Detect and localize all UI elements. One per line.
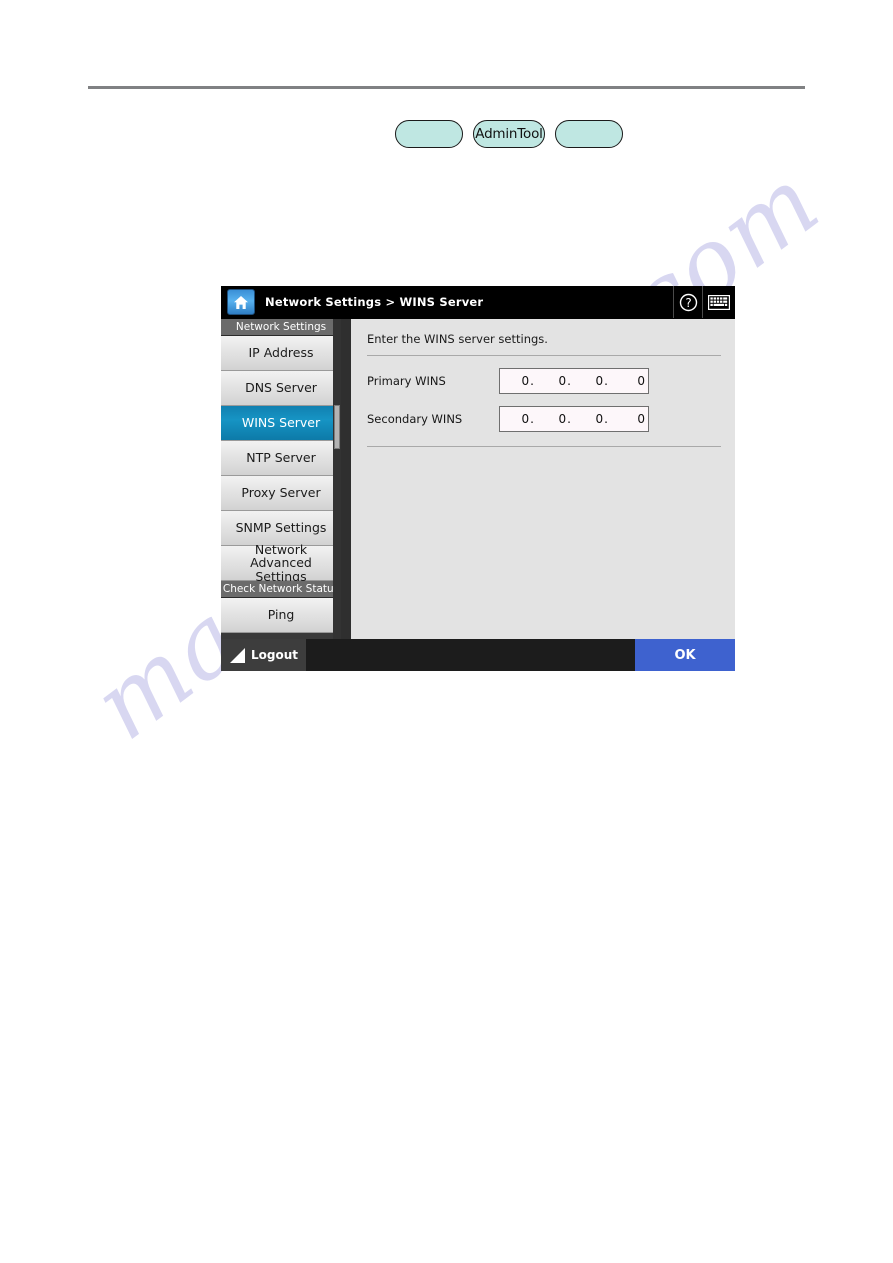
chip-blank-left[interactable] bbox=[395, 120, 463, 148]
sidebar-item-ntp-server[interactable]: NTP Server bbox=[221, 441, 341, 476]
sidebar-group-check-network-status-label: Check Network Status bbox=[222, 583, 340, 595]
primary-wins-octet-1[interactable]: 0. bbox=[500, 374, 537, 388]
logout-button[interactable]: Logout bbox=[221, 639, 306, 671]
secondary-wins-octet-4[interactable]: 0 bbox=[611, 412, 648, 426]
device-header: Network Settings > WINS Server ? bbox=[221, 286, 735, 319]
secondary-wins-input[interactable]: 0. 0. 0. 0 bbox=[499, 406, 649, 432]
logout-label: Logout bbox=[251, 648, 299, 662]
sidebar-item-label: WINS Server bbox=[241, 415, 321, 431]
primary-wins-octet-2[interactable]: 0. bbox=[537, 374, 574, 388]
device-screen: Network Settings > WINS Server ? Network… bbox=[221, 286, 735, 671]
chip-admintool[interactable]: AdminTool bbox=[473, 120, 545, 148]
secondary-wins-octet-1[interactable]: 0. bbox=[500, 412, 537, 426]
ok-button[interactable]: OK bbox=[635, 639, 735, 671]
footer-spacer bbox=[306, 639, 635, 671]
content-panel: Enter the WINS server settings. Primary … bbox=[351, 319, 735, 639]
divider-top bbox=[367, 355, 721, 356]
sidebar-item-network-advanced-settings[interactable]: Network Advanced Settings bbox=[221, 541, 341, 584]
secondary-wins-octet-3[interactable]: 0. bbox=[574, 412, 611, 426]
svg-text:?: ? bbox=[685, 296, 691, 310]
sidebar-scrollbar-thumb[interactable] bbox=[334, 405, 340, 449]
instruction-text: Enter the WINS server settings. bbox=[367, 332, 548, 346]
primary-wins-octet-4[interactable]: 0 bbox=[611, 374, 648, 388]
secondary-wins-octet-2[interactable]: 0. bbox=[537, 412, 574, 426]
sidebar-item-snmp-settings[interactable]: SNMP Settings bbox=[221, 511, 341, 546]
logout-icon bbox=[230, 647, 245, 663]
header-tools: ? bbox=[673, 286, 735, 318]
sidebar-item-label: Network Advanced Settings bbox=[250, 541, 312, 584]
help-button[interactable]: ? bbox=[673, 286, 702, 318]
sidebar-scrollbar[interactable] bbox=[333, 319, 341, 639]
secondary-wins-label: Secondary WINS bbox=[367, 412, 463, 426]
sidebar-item-label: DNS Server bbox=[245, 380, 317, 396]
primary-wins-label: Primary WINS bbox=[367, 374, 446, 388]
breadcrumb: Network Settings > WINS Server bbox=[265, 295, 484, 309]
sidebar-item-dns-server[interactable]: DNS Server bbox=[221, 371, 341, 406]
primary-wins-octet-3[interactable]: 0. bbox=[574, 374, 611, 388]
device-footer: Logout OK bbox=[221, 639, 735, 671]
chip-row: AdminTool bbox=[395, 120, 623, 148]
sidebar-item-ping[interactable]: Ping bbox=[221, 598, 341, 633]
keyboard-icon bbox=[708, 294, 730, 310]
sidebar-item-label: NTP Server bbox=[246, 450, 316, 466]
sidebar-item-ip-address[interactable]: IP Address bbox=[221, 336, 341, 371]
ok-button-label: OK bbox=[674, 647, 696, 663]
sidebar-group-network-settings: Network Settings bbox=[221, 319, 341, 336]
device-body: Network Settings IP Address DNS Server W… bbox=[221, 319, 735, 639]
sidebar-gutter bbox=[341, 319, 351, 639]
sidebar-group-check-network-status: Check Network Status bbox=[221, 581, 341, 598]
sidebar-item-wins-server[interactable]: WINS Server bbox=[221, 406, 341, 441]
field-row-secondary-wins: Secondary WINS 0. 0. 0. 0 bbox=[365, 406, 723, 432]
divider-bottom bbox=[367, 446, 721, 447]
sidebar-item-label: SNMP Settings bbox=[235, 520, 327, 536]
sidebar-item-label: Ping bbox=[267, 607, 295, 623]
sidebar-item-proxy-server[interactable]: Proxy Server bbox=[221, 476, 341, 511]
home-icon[interactable] bbox=[227, 289, 255, 315]
keyboard-button[interactable] bbox=[702, 286, 735, 318]
page-top-rule bbox=[88, 86, 805, 89]
sidebar-item-label: Proxy Server bbox=[241, 485, 321, 501]
field-row-primary-wins: Primary WINS 0. 0. 0. 0 bbox=[365, 368, 723, 394]
sidebar: Network Settings IP Address DNS Server W… bbox=[221, 319, 341, 639]
help-icon: ? bbox=[679, 293, 697, 311]
chip-admintool-label: AdminTool bbox=[475, 126, 543, 142]
chip-blank-right[interactable] bbox=[555, 120, 623, 148]
primary-wins-input[interactable]: 0. 0. 0. 0 bbox=[499, 368, 649, 394]
sidebar-group-network-settings-label: Network Settings bbox=[235, 321, 327, 333]
sidebar-item-label: IP Address bbox=[248, 345, 314, 361]
